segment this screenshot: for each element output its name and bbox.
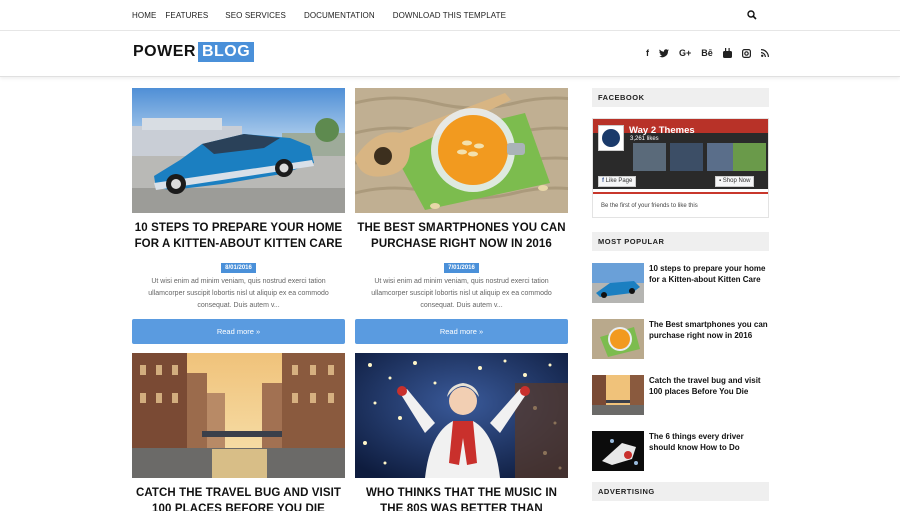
post-card: CATCH THE TRAVEL BUG AND VISIT 100 PLACE… bbox=[132, 353, 345, 511]
post-image-car[interactable] bbox=[132, 88, 345, 213]
facebook-icon[interactable]: f bbox=[646, 47, 649, 59]
read-more-button[interactable]: Read more » bbox=[355, 319, 568, 344]
popular-post-title[interactable]: 10 steps to prepare your home for a Kitt… bbox=[649, 263, 769, 285]
google-plus-icon[interactable]: G+ bbox=[679, 47, 691, 59]
cover-thumbnail bbox=[733, 143, 766, 171]
youtube-icon[interactable] bbox=[722, 48, 732, 58]
post-title[interactable]: THE BEST SMARTPHONES YOU CAN PURCHASE RI… bbox=[355, 220, 568, 252]
search-icon[interactable] bbox=[747, 10, 757, 20]
nav-item-documentation[interactable]: DOCUMENTATION bbox=[304, 11, 375, 20]
post-card: THE BEST SMARTPHONES YOU CAN PURCHASE RI… bbox=[355, 88, 568, 348]
sidebar-heading-facebook: FACEBOOK bbox=[592, 88, 769, 107]
site-header: POWER BLOG f t G+ Bē bbox=[0, 31, 900, 77]
like-page-label: Like Page bbox=[605, 178, 633, 184]
post-date: 8/01/2016 bbox=[132, 256, 345, 274]
instagram-icon[interactable] bbox=[741, 48, 751, 58]
popular-post-item[interactable]: The Best smartphones you can purchase ri… bbox=[592, 319, 769, 359]
social-links: f t G+ Bē bbox=[646, 47, 769, 59]
site-logo[interactable]: POWER BLOG bbox=[133, 42, 255, 62]
facebook-page-avatar[interactable] bbox=[598, 125, 624, 151]
post-excerpt: Ut wisi enim ad minim veniam, quis nostr… bbox=[148, 278, 329, 309]
sidebar-heading-advertising: ADVERTISING bbox=[592, 482, 769, 501]
nav-menu: HOME FEATURES SEO SERVICES DOCUMENTATION… bbox=[132, 11, 524, 20]
facebook-page-name[interactable]: Way 2 Themes bbox=[629, 125, 695, 136]
nav-item-home[interactable]: HOME bbox=[132, 11, 156, 20]
post-date: 7/01/2016 bbox=[355, 256, 568, 274]
popular-post-item[interactable]: 10 steps to prepare your home for a Kitt… bbox=[592, 263, 769, 303]
post-date-badge: 8/01/2016 bbox=[221, 263, 256, 273]
avatar-logo bbox=[602, 129, 620, 147]
popular-post-title[interactable]: The Best smartphones you can purchase ri… bbox=[649, 319, 769, 341]
post-image-winter-girl[interactable] bbox=[355, 353, 568, 478]
twitter-bird-icon[interactable] bbox=[659, 48, 669, 58]
like-page-button[interactable]: f Like Page bbox=[598, 176, 637, 187]
post-card: WHO THINKS THAT THE MUSIC IN THE 80S WAS… bbox=[355, 353, 568, 511]
top-navigation: HOME FEATURES SEO SERVICES DOCUMENTATION… bbox=[0, 0, 900, 31]
behance-icon[interactable]: Bē bbox=[701, 47, 713, 59]
read-more-button[interactable]: Read more » bbox=[132, 319, 345, 344]
facebook-page-widget: Way 2 Themes 3,261 likes f Like Page ▪ S… bbox=[592, 118, 769, 218]
popular-post-item[interactable]: The 6 things every driver should know Ho… bbox=[592, 431, 769, 471]
cover-thumbnail bbox=[670, 143, 703, 171]
facebook-cover-image[interactable]: Way 2 Themes 3,261 likes f Like Page ▪ S… bbox=[593, 119, 768, 189]
popular-post-title[interactable]: The 6 things every driver should know Ho… bbox=[649, 431, 769, 453]
popular-post-thumbnail[interactable] bbox=[592, 431, 644, 471]
post-title[interactable]: CATCH THE TRAVEL BUG AND VISIT 100 PLACE… bbox=[132, 485, 345, 511]
popular-post-thumbnail[interactable] bbox=[592, 319, 644, 359]
popular-post-thumbnail[interactable] bbox=[592, 263, 644, 303]
popular-post-title[interactable]: Catch the travel bug and visit 100 place… bbox=[649, 375, 769, 397]
logo-blog-text: BLOG bbox=[197, 42, 255, 62]
post-image-food-jar[interactable] bbox=[355, 88, 568, 213]
cover-thumbnail bbox=[633, 143, 666, 171]
nav-item-seo-services[interactable]: SEO SERVICES bbox=[225, 11, 286, 20]
facebook-like-count: 3,261 likes bbox=[630, 136, 659, 142]
shop-now-button[interactable]: ▪ Shop Now bbox=[715, 176, 755, 187]
post-date-badge: 7/01/2016 bbox=[444, 263, 479, 273]
post-card: 10 STEPS TO PREPARE YOUR HOME FOR A KITT… bbox=[132, 88, 345, 348]
nav-item-download[interactable]: DOWNLOAD THIS TEMPLATE bbox=[393, 11, 506, 20]
post-image-canal[interactable] bbox=[132, 353, 345, 478]
logo-power-text: POWER bbox=[133, 43, 196, 60]
post-title[interactable]: WHO THINKS THAT THE MUSIC IN THE 80S WAS… bbox=[355, 485, 568, 511]
post-title[interactable]: 10 STEPS TO PREPARE YOUR HOME FOR A KITT… bbox=[132, 220, 345, 252]
shop-now-label: Shop Now bbox=[722, 178, 751, 184]
post-excerpt: Ut wisi enim ad minim veniam, quis nostr… bbox=[371, 278, 552, 309]
sidebar-heading-most-popular: MOST POPULAR bbox=[592, 232, 769, 251]
rss-icon[interactable] bbox=[760, 49, 769, 57]
nav-item-features[interactable]: FEATURES bbox=[165, 11, 208, 20]
widget-divider bbox=[593, 192, 768, 194]
facebook-friends-text: Be the first of your friends to like thi… bbox=[601, 203, 698, 209]
popular-post-item[interactable]: Catch the travel bug and visit 100 place… bbox=[592, 375, 769, 415]
popular-post-thumbnail[interactable] bbox=[592, 375, 644, 415]
